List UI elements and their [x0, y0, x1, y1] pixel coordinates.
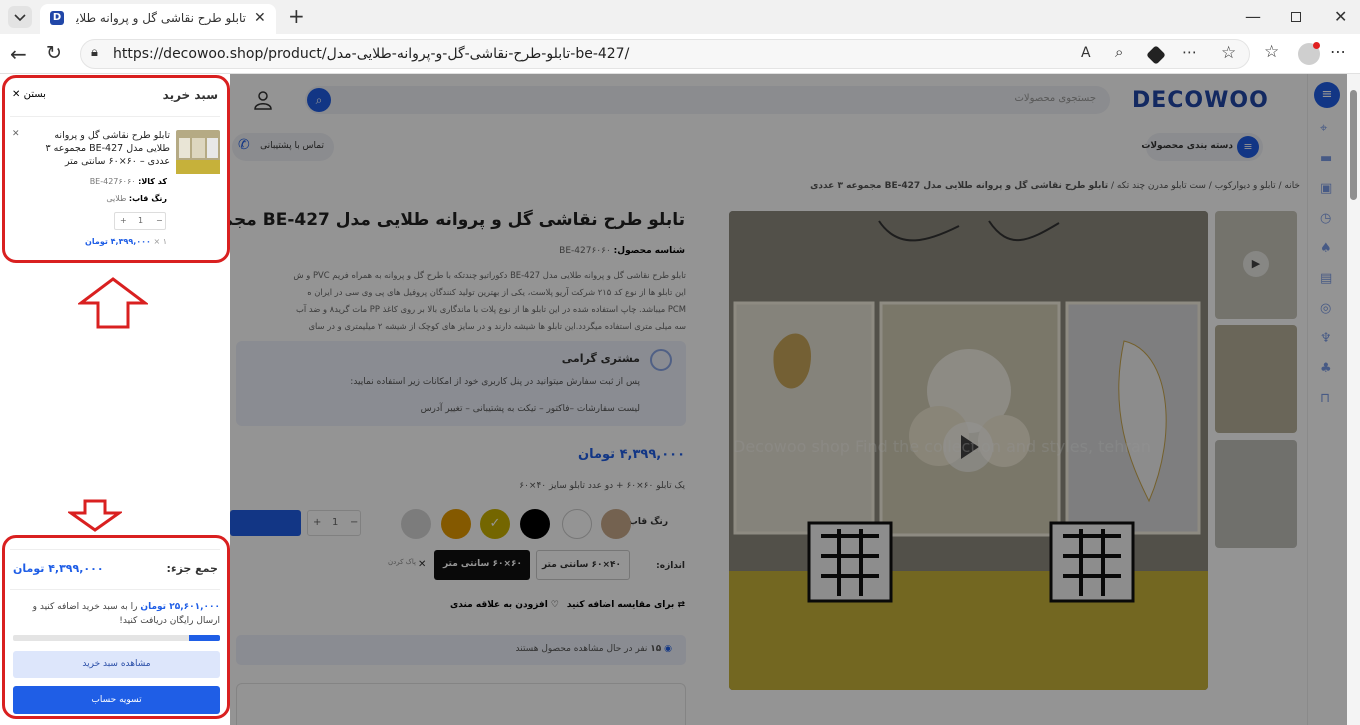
tab-title: تابلو طرح نقاشی گل و پروانه طلایی — [76, 11, 246, 25]
close-tab-icon[interactable]: ✕ — [254, 11, 266, 25]
chevron-down-icon — [14, 14, 26, 22]
annotation-cart-footer-box — [2, 535, 230, 719]
refresh-icon[interactable]: ↻ — [46, 44, 62, 63]
read-aloud-icon[interactable]: A — [1081, 46, 1091, 60]
restore-button[interactable] — [1291, 12, 1301, 22]
browser-tab-bar: D تابلو طرح نقاشی گل و پروانه طلایی ✕ + … — [0, 0, 1360, 34]
minimize-button[interactable]: — — [1245, 9, 1261, 25]
url-text: https://decowoo.shop/product/تابلو-طرح-ن… — [113, 46, 630, 62]
tab-list-button[interactable] — [8, 6, 32, 28]
back-arrow-icon[interactable]: ← — [10, 44, 27, 64]
notification-dot — [1313, 42, 1320, 49]
profile-avatar[interactable] — [1298, 42, 1320, 65]
site-favicon-icon: D — [50, 11, 64, 25]
favorites-icon[interactable]: ☆ — [1264, 44, 1279, 61]
annotation-up-arrow — [78, 277, 148, 329]
site-info-lock-icon[interactable]: 🔒︎ — [91, 46, 98, 59]
new-tab-button[interactable]: + — [288, 6, 305, 26]
page-scrollbar[interactable] — [1347, 74, 1360, 725]
address-bar-row: ← ↻ 🔒︎ https://decowoo.shop/product/تابل… — [0, 34, 1360, 74]
url-field[interactable]: 🔒︎ https://decowoo.shop/product/تابلو-طر… — [80, 39, 1250, 69]
close-window-button[interactable]: ✕ — [1334, 9, 1347, 25]
annotation-cart-item-box — [2, 75, 230, 263]
zoom-icon[interactable]: ⌕ — [1115, 45, 1123, 60]
page-dim-overlay[interactable] — [230, 74, 1347, 725]
coupon-tag-icon[interactable] — [1146, 45, 1166, 65]
settings-more-icon[interactable]: ⋯ — [1330, 44, 1346, 60]
annotation-down-arrow — [68, 499, 122, 532]
favorite-star-icon[interactable]: ☆ — [1221, 45, 1236, 62]
browser-tab[interactable]: D تابلو طرح نقاشی گل و پروانه طلایی ✕ — [40, 4, 276, 34]
more-tools-icon[interactable]: ⋯ — [1182, 45, 1197, 60]
scrollbar-thumb[interactable] — [1350, 90, 1357, 200]
